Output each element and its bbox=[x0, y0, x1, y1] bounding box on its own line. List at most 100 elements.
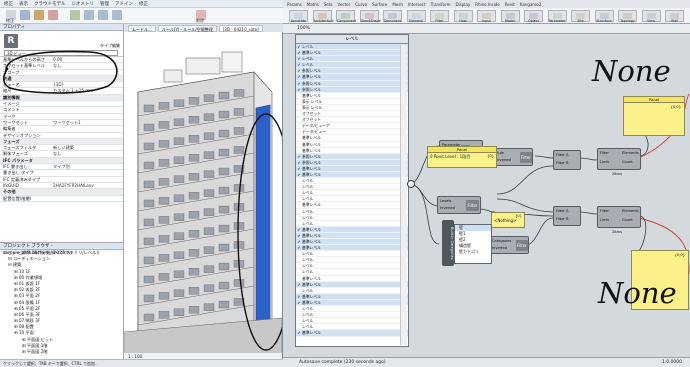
ribbon-tab[interactable]: クラウドモデル bbox=[34, 1, 66, 7]
view-tab-3d[interactable]: [3D - 04210_sato] bbox=[218, 24, 263, 32]
gh-tab[interactable]: Rhino.Inside bbox=[473, 2, 502, 7]
window bbox=[158, 273, 170, 281]
gh-tool-model[interactable]: Model bbox=[500, 10, 520, 23]
gh-tool-element[interactable]: Element bbox=[406, 10, 426, 23]
ribbon-tab[interactable]: 修正 bbox=[4, 1, 13, 7]
gh-tool-object-styles[interactable]: Object Styles bbox=[524, 10, 543, 27]
menu-item[interactable]: 壁カテゴリ bbox=[455, 249, 491, 255]
built-in-categories-tab[interactable]: Built-In Categories bbox=[442, 220, 454, 266]
property-value[interactable]: 2HA2FYFP2HAILexv bbox=[50, 183, 123, 188]
node-level-filter[interactable]: Levels Inverted Filter bbox=[437, 196, 481, 214]
gh-tab[interactable]: Mesh bbox=[390, 2, 405, 7]
property-value[interactable] bbox=[50, 107, 123, 112]
gh-tab[interactable]: Kangaroo2 bbox=[518, 2, 544, 7]
window bbox=[188, 268, 200, 276]
output-grip-icon[interactable] bbox=[407, 180, 415, 188]
ribbon-tab[interactable]: 管理 bbox=[100, 1, 109, 7]
level-list-item[interactable]: ✔ 基準レベル bbox=[296, 330, 408, 337]
level-preview bbox=[342, 154, 408, 159]
level-name: 基準レベル bbox=[302, 74, 321, 80]
gh-tab[interactable]: Transform bbox=[429, 2, 453, 7]
gh-tool-topology[interactable]: Topology bbox=[618, 10, 637, 23]
browser-tree-item[interactable]: ⊞ 平面図 2階 bbox=[0, 349, 123, 355]
node-logical-and-1[interactable]: Filter A Filter B bbox=[553, 150, 581, 170]
node-query-elements-2[interactable]: Filter Limit Elements Count 28ms bbox=[597, 206, 641, 234]
property-value[interactable]: 新しい建築 bbox=[50, 145, 123, 150]
gh-tool-label: Site bbox=[577, 19, 584, 23]
level-value-list[interactable]: レベル ✔ レベル ✔ 基準レベル ✔ レベル ✔ レベル ✔ 参照レベル ✔ 基準レベル ✔ 参照レベル… bbox=[295, 34, 409, 347]
view-tab-2[interactable]: ルール(Y) - ルール/空間整理 bbox=[157, 24, 217, 32]
view-tab-1[interactable]: ムードル... bbox=[128, 24, 156, 32]
level-name: レベル bbox=[302, 214, 314, 220]
property-name: フェーズ bbox=[3, 138, 20, 144]
rotate-icon[interactable] bbox=[112, 10, 122, 20]
gh-tab[interactable]: Surface bbox=[370, 2, 389, 7]
gh-tool-parameter[interactable]: Parameter bbox=[547, 10, 567, 23]
panel-top-right[interactable]: Panel {0;0} bbox=[623, 96, 685, 136]
gh-tool-wall[interactable]: Wall bbox=[665, 10, 684, 23]
align-icon[interactable] bbox=[70, 10, 80, 20]
panel-level-output[interactable]: Panel 0 Revit Level : 1段目 {0} bbox=[427, 146, 497, 168]
gh-tool-directshape[interactable]: DirectShape bbox=[359, 10, 381, 23]
property-value[interactable] bbox=[50, 114, 123, 119]
level-name: オフセット bbox=[302, 111, 321, 117]
gh-tool-filter[interactable]: Filter bbox=[430, 10, 449, 23]
window bbox=[188, 287, 200, 295]
cut-icon[interactable] bbox=[48, 10, 58, 20]
gh-tool-input[interactable]: Input bbox=[477, 10, 496, 23]
node-category-filter[interactable]: Categories Inverted Filter bbox=[489, 236, 529, 254]
property-value[interactable] bbox=[50, 196, 123, 201]
node-filter-rule[interactable]: Rule Inverted Filter bbox=[493, 148, 533, 166]
property-value[interactable] bbox=[50, 177, 123, 182]
gh-tab[interactable]: Sets bbox=[322, 2, 335, 7]
revit-type-icon: R bbox=[4, 34, 18, 48]
panel-nothing[interactable]: <Nothing> {0} bbox=[491, 212, 525, 228]
window bbox=[158, 254, 170, 262]
ribbon-tab[interactable]: ジオメトリ bbox=[72, 1, 95, 7]
ribbon-tab[interactable]: 修正 bbox=[139, 1, 148, 7]
property-value[interactable] bbox=[50, 101, 123, 106]
ribbon-tab[interactable]: 表示 bbox=[19, 1, 28, 7]
gh-tool-annotate[interactable]: Annotate bbox=[289, 10, 308, 23]
elements-output: Elements bbox=[622, 151, 639, 155]
gh-tool-site[interactable]: Site bbox=[571, 10, 590, 23]
property-value[interactable] bbox=[50, 133, 123, 138]
property-value[interactable] bbox=[50, 126, 123, 131]
gh-tab[interactable]: Curve bbox=[353, 2, 369, 7]
gh-tab[interactable]: Params bbox=[285, 2, 304, 7]
gh-tab[interactable]: Vector bbox=[336, 2, 353, 7]
join-icon[interactable] bbox=[34, 10, 44, 20]
copy-icon[interactable] bbox=[98, 10, 108, 20]
level-list-scrollbar[interactable] bbox=[400, 45, 407, 345]
gh-tab[interactable]: Maths bbox=[305, 2, 321, 7]
property-value[interactable]: なし bbox=[50, 151, 123, 156]
properties-title: プロパティ bbox=[0, 24, 123, 31]
zoom-level[interactable]: 100% bbox=[297, 26, 310, 31]
node-logical-and-2[interactable]: Filter A Filter B bbox=[553, 206, 581, 226]
property-name: 解体フェーズ bbox=[3, 151, 28, 157]
gh-tool-structure[interactable]: Structure bbox=[594, 10, 614, 23]
gh-tool-architecture[interactable]: Architecture bbox=[312, 10, 334, 23]
node-query-elements-1[interactable]: Filter Limit Elements Count 28ms bbox=[597, 148, 641, 176]
revit-3d-view[interactable] bbox=[124, 32, 282, 354]
property-name: ワークセット bbox=[3, 119, 29, 125]
window bbox=[218, 262, 230, 271]
gh-tool-view[interactable]: View bbox=[641, 10, 661, 23]
window bbox=[173, 232, 185, 240]
ribbon-tab[interactable]: アドイン bbox=[115, 1, 133, 7]
property-value[interactable]: タイプ別 bbox=[50, 164, 123, 169]
move-icon[interactable] bbox=[84, 10, 94, 20]
window bbox=[203, 170, 215, 178]
panel-count: {0} bbox=[487, 154, 494, 158]
property-value[interactable] bbox=[50, 170, 123, 175]
gh-tab[interactable]: Revit bbox=[503, 2, 517, 7]
paste-icon[interactable] bbox=[20, 10, 30, 20]
category-dropdown-menu[interactable]: 壁壁1 壁2 構造壁 壁カテゴリ bbox=[454, 224, 492, 264]
gh-tab[interactable]: Display bbox=[453, 2, 472, 7]
property-row[interactable]: 配置位置(階層) bbox=[0, 196, 123, 202]
gh-tab[interactable]: Intersect bbox=[406, 2, 428, 7]
property-value[interactable]: ワークセット1 bbox=[50, 120, 123, 125]
gh-tool-document[interactable]: Document bbox=[383, 10, 402, 23]
gh-tool-component[interactable]: Component bbox=[336, 10, 356, 23]
gh-tool-host[interactable]: Host bbox=[453, 10, 473, 23]
